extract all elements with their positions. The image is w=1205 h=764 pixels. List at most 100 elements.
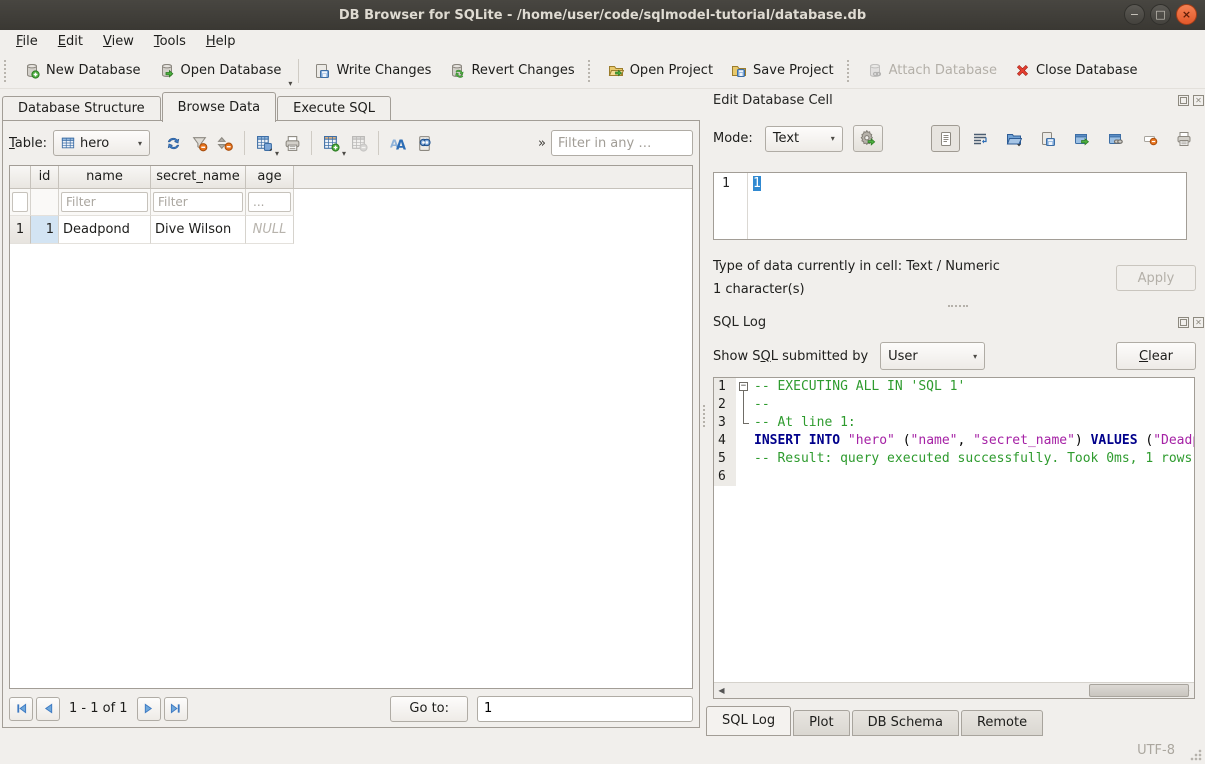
cell-age[interactable]: NULL	[246, 216, 294, 244]
next-record-button[interactable]	[137, 697, 161, 721]
tab-sql-log[interactable]: SQL Log	[706, 706, 791, 736]
print-button[interactable]	[279, 130, 305, 156]
menu-view[interactable]: View	[93, 32, 144, 51]
text-document-button[interactable]	[931, 125, 960, 152]
column-header-id[interactable]: id	[31, 166, 59, 189]
scroll-left-icon[interactable]: ◀	[714, 683, 729, 698]
close-dock-icon[interactable]: ✕	[1193, 317, 1204, 328]
cell-id[interactable]: 1	[31, 216, 59, 244]
toolbar-drag-handle[interactable]	[4, 60, 11, 82]
minimize-button[interactable]: −	[1124, 4, 1145, 25]
submitted-by-combobox[interactable]: User ▾	[880, 342, 985, 370]
link-data-button[interactable]	[1101, 125, 1130, 152]
tab-db-schema[interactable]: DB Schema	[852, 710, 959, 736]
float-dock-icon[interactable]	[1178, 95, 1189, 106]
word-wrap-button[interactable]	[965, 125, 994, 152]
sql-log-lines: 1−-- EXECUTING ALL IN 'SQL 1'2--3-- At l…	[714, 378, 1194, 682]
cell-name[interactable]: Deadpond	[59, 216, 151, 244]
scrollbar-track[interactable]	[729, 683, 1179, 698]
tab-remote[interactable]: Remote	[961, 710, 1043, 736]
copy-table-button[interactable]	[251, 130, 277, 156]
font-button[interactable]: AA	[385, 130, 411, 156]
open-database-button[interactable]: Open Database	[150, 58, 291, 84]
first-record-button[interactable]	[9, 697, 33, 721]
table-combobox[interactable]: hero ▾	[53, 130, 150, 156]
revert-changes-button[interactable]: Revert Changes	[440, 58, 583, 84]
table-row: 1 1 Deadpond Dive Wilson NULL	[10, 216, 692, 244]
menu-help[interactable]: Help	[196, 32, 246, 51]
toolbar-extension-chevron[interactable]: »	[538, 136, 546, 151]
open-database-label: Open Database	[181, 63, 282, 78]
clear-log-button[interactable]: Clear	[1116, 342, 1196, 370]
scrollbar-thumb[interactable]	[1089, 684, 1189, 697]
tab-database-structure[interactable]: Database Structure	[2, 96, 161, 121]
filter-any-input[interactable]	[551, 130, 693, 156]
goto-input[interactable]	[477, 696, 693, 722]
find-button[interactable]	[411, 130, 437, 156]
apply-button[interactable]: Apply	[1116, 265, 1196, 291]
corner-header-cell	[10, 166, 31, 189]
tab-execute-sql[interactable]: Execute SQL	[277, 96, 391, 121]
write-changes-button[interactable]: Write Changes	[305, 58, 440, 84]
sql-log-view[interactable]: 1−-- EXECUTING ALL IN 'SQL 1'2--3-- At l…	[713, 377, 1195, 699]
toolbar-separator	[244, 131, 245, 155]
cell-secret-name[interactable]: Dive Wilson	[151, 216, 246, 244]
filter-cell	[31, 189, 59, 216]
sql-log-line: 4INSERT INTO "hero" ("name", "secret_nam…	[714, 432, 1194, 450]
goto-button[interactable]: Go to:	[390, 696, 468, 722]
column-header-secret-name[interactable]: secret_name	[151, 166, 246, 189]
float-dock-icon[interactable]	[1178, 317, 1189, 328]
close-dock-icon[interactable]: ✕	[1193, 95, 1204, 106]
menu-file[interactable]: File	[6, 32, 48, 51]
row-header[interactable]: 1	[10, 216, 31, 244]
tab-browse-data[interactable]: Browse Data	[162, 92, 277, 122]
maximize-button[interactable]: □	[1150, 4, 1171, 25]
mode-combobox-value: Text	[773, 131, 799, 146]
toolbar-drag-handle[interactable]	[588, 60, 595, 82]
filter-input-id[interactable]	[12, 192, 28, 212]
clear-filters-button[interactable]	[186, 130, 212, 156]
close-database-button[interactable]: Close Database	[1006, 58, 1147, 83]
open-external-button[interactable]	[1067, 125, 1096, 152]
save-project-button[interactable]: Save Project	[722, 58, 843, 84]
tab-plot[interactable]: Plot	[793, 710, 850, 736]
sql-log-filter-row: Show SQL submitted by User ▾	[713, 342, 985, 370]
open-project-button[interactable]: Open Project	[599, 58, 722, 84]
next-record-icon	[143, 703, 154, 714]
print-cell-button[interactable]	[1169, 125, 1198, 152]
filter-input-name[interactable]	[61, 192, 148, 212]
last-record-button[interactable]	[164, 697, 188, 721]
horizontal-scrollbar[interactable]: ◀ ▶	[714, 682, 1194, 698]
menu-edit[interactable]: Edit	[48, 32, 93, 51]
insert-record-button[interactable]	[318, 130, 344, 156]
import-data-button[interactable]	[999, 125, 1028, 152]
auto-switch-mode-button[interactable]	[853, 125, 883, 152]
revert-changes-label: Revert Changes	[471, 63, 574, 78]
cell-editor[interactable]: 1 1	[713, 172, 1187, 240]
find-icon	[416, 135, 433, 152]
pane-splitter-handle[interactable]	[703, 405, 709, 427]
previous-record-button[interactable]	[36, 697, 60, 721]
menu-tools[interactable]: Tools	[144, 32, 196, 51]
column-header-age[interactable]: age	[246, 166, 294, 189]
clear-sort-button[interactable]	[212, 130, 238, 156]
filter-input-age[interactable]	[248, 192, 291, 212]
set-null-button[interactable]	[1135, 125, 1164, 152]
filter-corner-cell	[10, 189, 31, 216]
refresh-icon	[165, 135, 182, 152]
dock-splitter-handle[interactable]	[948, 305, 968, 307]
titlebar[interactable]: DB Browser for SQLite - /home/user/code/…	[0, 0, 1205, 31]
editor-content[interactable]: 1	[748, 173, 761, 239]
cell-type-info: Type of data currently in cell: Text / N…	[713, 259, 1000, 274]
filter-input-secret-name[interactable]	[153, 192, 243, 212]
close-button[interactable]: ×	[1176, 4, 1197, 25]
resize-grip[interactable]	[1190, 749, 1202, 761]
new-database-button[interactable]: New Database	[15, 58, 150, 84]
refresh-button[interactable]	[160, 130, 186, 156]
mode-combobox[interactable]: Text ▾	[765, 126, 843, 152]
toolbar-drag-handle[interactable]	[847, 60, 854, 82]
column-header-name[interactable]: name	[59, 166, 151, 189]
open-database-dropdown-icon[interactable]: ▾	[288, 79, 292, 88]
filter-filler	[294, 189, 692, 216]
export-data-button[interactable]	[1033, 125, 1062, 152]
